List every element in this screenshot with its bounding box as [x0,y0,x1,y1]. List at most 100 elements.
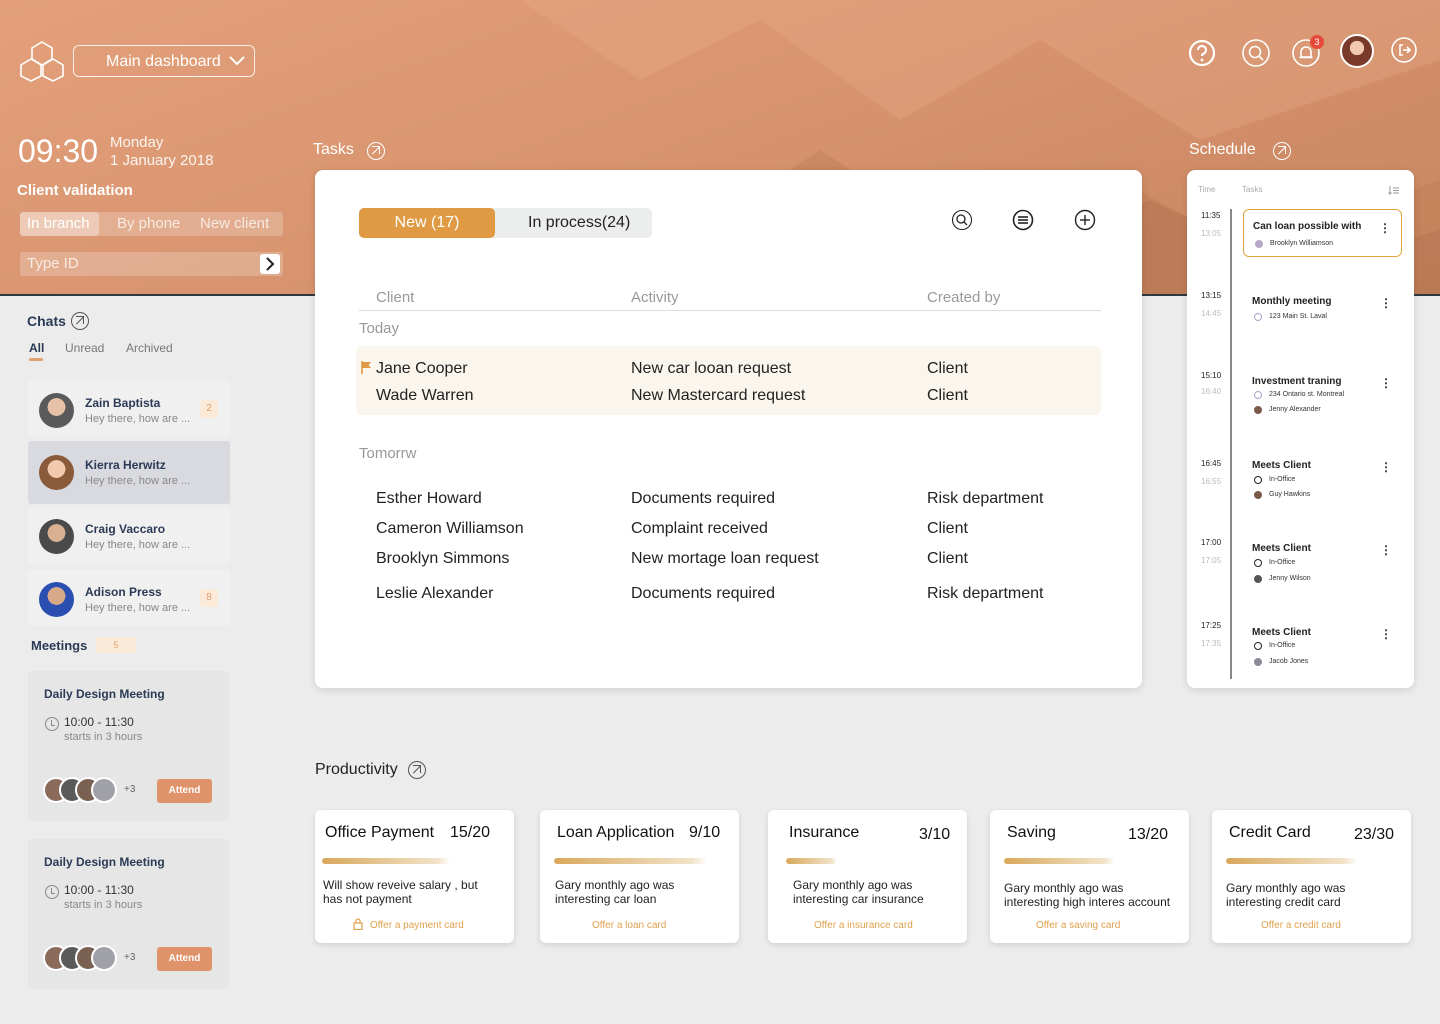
tab-in-process[interactable]: In process(24) [528,214,630,232]
card-description-line: has not payment [323,892,412,906]
chat-item[interactable]: Adison Press Hey there, how are ... 8 [28,570,230,626]
schedule-event[interactable]: Investment traning 234 Ontario st. Montr… [1243,365,1402,414]
attend-button[interactable]: Attend [157,779,212,803]
chat-item[interactable]: Craig Vaccaro Hey there, how are ... [28,507,230,563]
tab-in-branch[interactable]: In branch [20,212,99,236]
filter-icon[interactable] [1012,209,1034,231]
chat-name: Kierra Herwitz [85,458,166,472]
productivity-card[interactable]: Insurance 3/10 Gary monthly ago was inte… [768,810,967,943]
attendee-avatars [43,945,133,971]
chevron-right-icon[interactable] [260,254,280,274]
task-activity: New car looan request [631,360,792,377]
event-person: Jenny Alexander [1269,406,1321,413]
column-activity: Activity [631,289,679,306]
attendee-more: +3 [124,784,136,795]
location-pin-icon [1254,313,1262,321]
productivity-card[interactable]: Saving 13/20 Gary monthly ago was intere… [990,810,1189,943]
task-client[interactable]: Brooklyn Simmons [376,550,509,568]
task-activity: New mortage loan request [631,550,819,567]
card-description-line: Gary monthly ago was [1226,881,1346,895]
event-detail: In-Office [1269,559,1296,566]
event-end: 13:05 [1201,229,1222,238]
event-title: Can loan possible with [1253,221,1362,232]
meeting-card: Daily Design Meeting 10:00 - 11:30 start… [28,839,229,989]
client-validation-tabs: In branch By phone New client [20,212,283,236]
task-client[interactable]: Cameron Williamson [376,520,524,538]
schedule-event[interactable]: Meets Client In-Office Guy Hawkins ⋮ [1243,449,1402,499]
schedule-header-time: Time [1198,185,1216,194]
schedule-expand-icon[interactable] [1273,142,1291,160]
more-icon[interactable]: ⋮ [1380,376,1392,390]
chevron-down-icon [229,56,245,66]
location-pin-icon [1254,642,1262,650]
progress-bar [786,858,837,864]
progress-bar [322,858,450,864]
chat-item[interactable]: Kierra Herwitz Hey there, how are ... [28,441,230,504]
type-id-input[interactable]: Type ID [20,252,283,276]
chats-expand-icon[interactable] [71,312,89,330]
card-description: Gary monthly ago was interesting car loa… [555,878,674,906]
tab-new-client[interactable]: New client [200,215,269,232]
task-client[interactable]: Leslie Alexander [376,585,493,603]
divider [359,310,1101,311]
unread-badge: 8 [200,589,218,607]
schedule-event[interactable]: Meets Client In-Office Jenny Wilson ⋮ [1243,532,1402,583]
help-icon[interactable] [1187,38,1217,68]
offer-link[interactable]: Offer a insurance card [814,920,913,931]
tasks-expand-icon[interactable] [367,142,385,160]
search-icon[interactable] [1241,38,1271,68]
tab-new[interactable]: New (17) [359,208,495,238]
event-start: 16:45 [1201,459,1222,468]
schedule-header-tasks: Tasks [1242,185,1263,194]
chat-item[interactable]: Zain Baptista Hey there, how are ... 2 [28,381,230,437]
user-avatar[interactable] [1340,34,1374,68]
card-value: 9/10 [689,824,721,841]
sort-icon[interactable] [1388,185,1400,195]
attend-button[interactable]: Attend [157,947,212,971]
task-activity: New Mastercard request [631,387,806,404]
card-value: 13/20 [1128,826,1169,843]
group-label-today: Today [359,320,400,337]
task-client[interactable]: Wade Warren [376,387,474,405]
task-client[interactable]: Jane Cooper [376,360,468,378]
logout-icon[interactable] [1390,36,1418,64]
more-icon[interactable]: ⋮ [1380,460,1392,474]
task-client[interactable]: Esther Howard [376,490,482,508]
more-icon[interactable]: ⋮ [1380,627,1392,641]
event-title: Meets Client [1252,460,1311,471]
offer-link[interactable]: Offer a credit card [1261,920,1341,931]
event-person: Jacob Jones [1269,658,1309,665]
schedule-event[interactable]: Can loan possible with Brooklyn Williams… [1243,209,1402,257]
filter-all[interactable]: All [29,341,44,355]
schedule-event[interactable]: Meets Client In-Office Jacob Jones ⋮ [1243,616,1402,666]
event-title: Meets Client [1252,627,1311,638]
tab-by-phone[interactable]: By phone [117,215,180,232]
filter-archived[interactable]: Archived [126,341,173,355]
more-icon[interactable]: ⋮ [1380,543,1392,557]
offer-link[interactable]: Offer a loan card [592,920,666,931]
card-description-line: interesting car loan [555,892,657,906]
productivity-expand-icon[interactable] [408,761,426,779]
more-icon[interactable]: ⋮ [1380,296,1392,310]
add-icon[interactable] [1074,209,1096,231]
schedule-event[interactable]: Monthly meeting 123 Main St. Laval ⋮ [1243,285,1402,333]
productivity-card[interactable]: Loan Application 9/10 Gary monthly ago w… [540,810,739,943]
productivity-card[interactable]: Credit Card 23/30 Gary monthly ago was i… [1212,810,1411,943]
event-title: Monthly meeting [1252,296,1332,307]
task-activity: Documents required [631,490,776,507]
event-detail: In-Office [1269,476,1296,483]
offer-link[interactable]: Offer a payment card [370,920,464,931]
offer-link[interactable]: Offer a saving card [1036,920,1120,931]
card-title: Loan Application [557,824,675,841]
filter-active-indicator [29,358,43,361]
more-icon[interactable]: ⋮ [1379,221,1391,235]
productivity-card[interactable]: Office Payment 15/20 Will show reveive s… [315,810,514,943]
flag-icon [361,361,371,374]
progress-bar [1226,858,1357,864]
filter-unread[interactable]: Unread [65,341,104,355]
dashboard-select[interactable]: Main dashboard [73,45,255,77]
event-detail: 234 Ontario st. Montreal [1269,391,1345,398]
task-created-by: Client [927,520,968,537]
card-description-line: interesting high interes account [1004,895,1171,909]
search-icon[interactable] [951,209,973,231]
